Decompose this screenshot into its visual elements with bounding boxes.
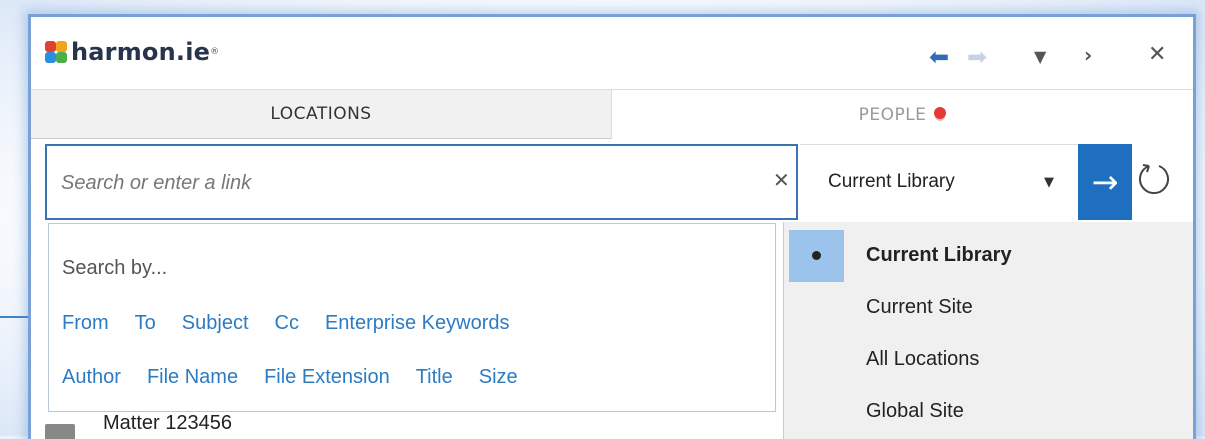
search-box: ✕ — [45, 144, 798, 220]
title-bar: harmon.ie ® ⬅ ➡ ▼ › ✕ — [31, 17, 1193, 89]
field-file-extension[interactable]: File Extension — [264, 366, 390, 389]
field-to[interactable]: To — [135, 312, 156, 335]
field-from[interactable]: From — [62, 312, 109, 335]
triangle-down-icon[interactable]: ▼ — [1034, 47, 1046, 66]
tab-locations-label: LOCATIONS — [270, 104, 372, 124]
tab-people-label: PEOPLE — [858, 104, 927, 125]
field-subject[interactable]: Subject — [182, 312, 249, 335]
scope-option-label: All Locations — [866, 348, 980, 370]
scope-options-list: Current Library Current Site All Locatio… — [783, 222, 1193, 439]
scope-option-label: Current Library — [866, 244, 1012, 266]
field-size[interactable]: Size — [479, 366, 518, 389]
scope-selected-label: Current Library — [828, 171, 955, 192]
list-item[interactable]: Matter 123456 — [103, 412, 232, 435]
scope-option-all-locations[interactable]: All Locations — [784, 326, 1193, 378]
tab-people[interactable]: PEOPLE — [611, 89, 1193, 139]
caret-down-icon: ▼ — [1044, 175, 1054, 190]
search-field-row: From To Subject Cc Enterprise Keywords — [62, 312, 536, 335]
chevron-right-icon[interactable]: › — [1084, 43, 1092, 67]
search-input[interactable] — [59, 165, 743, 201]
search-by-title: Search by... — [62, 257, 168, 279]
refresh-icon[interactable] — [1137, 162, 1171, 196]
tab-bar: LOCATIONS PEOPLE — [31, 89, 1193, 139]
scope-option-current-site[interactable]: Current Site — [784, 274, 1193, 326]
field-file-name[interactable]: File Name — [147, 366, 238, 389]
field-title[interactable]: Title — [416, 366, 453, 389]
app-logo: harmon.ie ® — [45, 38, 219, 66]
scope-option-global-site[interactable]: Global Site — [784, 378, 1193, 430]
forward-arrow-icon[interactable]: ➡ — [967, 43, 987, 71]
harmonie-logo-icon — [45, 41, 67, 63]
field-author[interactable]: Author — [62, 366, 121, 389]
scope-dropdown[interactable]: Current Library ▼ — [800, 144, 1078, 220]
folder-icon — [45, 424, 75, 439]
presence-status-icon — [934, 106, 947, 119]
field-cc[interactable]: Cc — [275, 312, 299, 335]
scope-option-label: Global Site — [866, 400, 964, 422]
search-go-button[interactable]: → — [1078, 144, 1132, 220]
scope-option-label: Current Site — [866, 296, 973, 318]
clear-search-icon[interactable]: ✕ — [773, 168, 790, 192]
field-enterprise-keywords[interactable]: Enterprise Keywords — [325, 312, 510, 335]
scope-option-current-library[interactable]: Current Library — [784, 222, 1193, 282]
harmonie-panel: harmon.ie ® ⬅ ➡ ▼ › ✕ LOCATIONS PEOPLE ✕… — [28, 14, 1196, 439]
close-icon[interactable]: ✕ — [1148, 42, 1166, 67]
app-name: harmon.ie — [71, 38, 211, 66]
arrow-right-icon: → — [1091, 163, 1119, 201]
bullet-icon — [812, 251, 821, 260]
registered-mark: ® — [210, 47, 220, 57]
search-by-panel: Search by... From To Subject Cc Enterpri… — [48, 223, 776, 412]
tab-locations[interactable]: LOCATIONS — [31, 89, 611, 139]
back-arrow-icon[interactable]: ⬅ — [929, 43, 949, 71]
search-field-row: Author File Name File Extension Title Si… — [62, 366, 544, 389]
